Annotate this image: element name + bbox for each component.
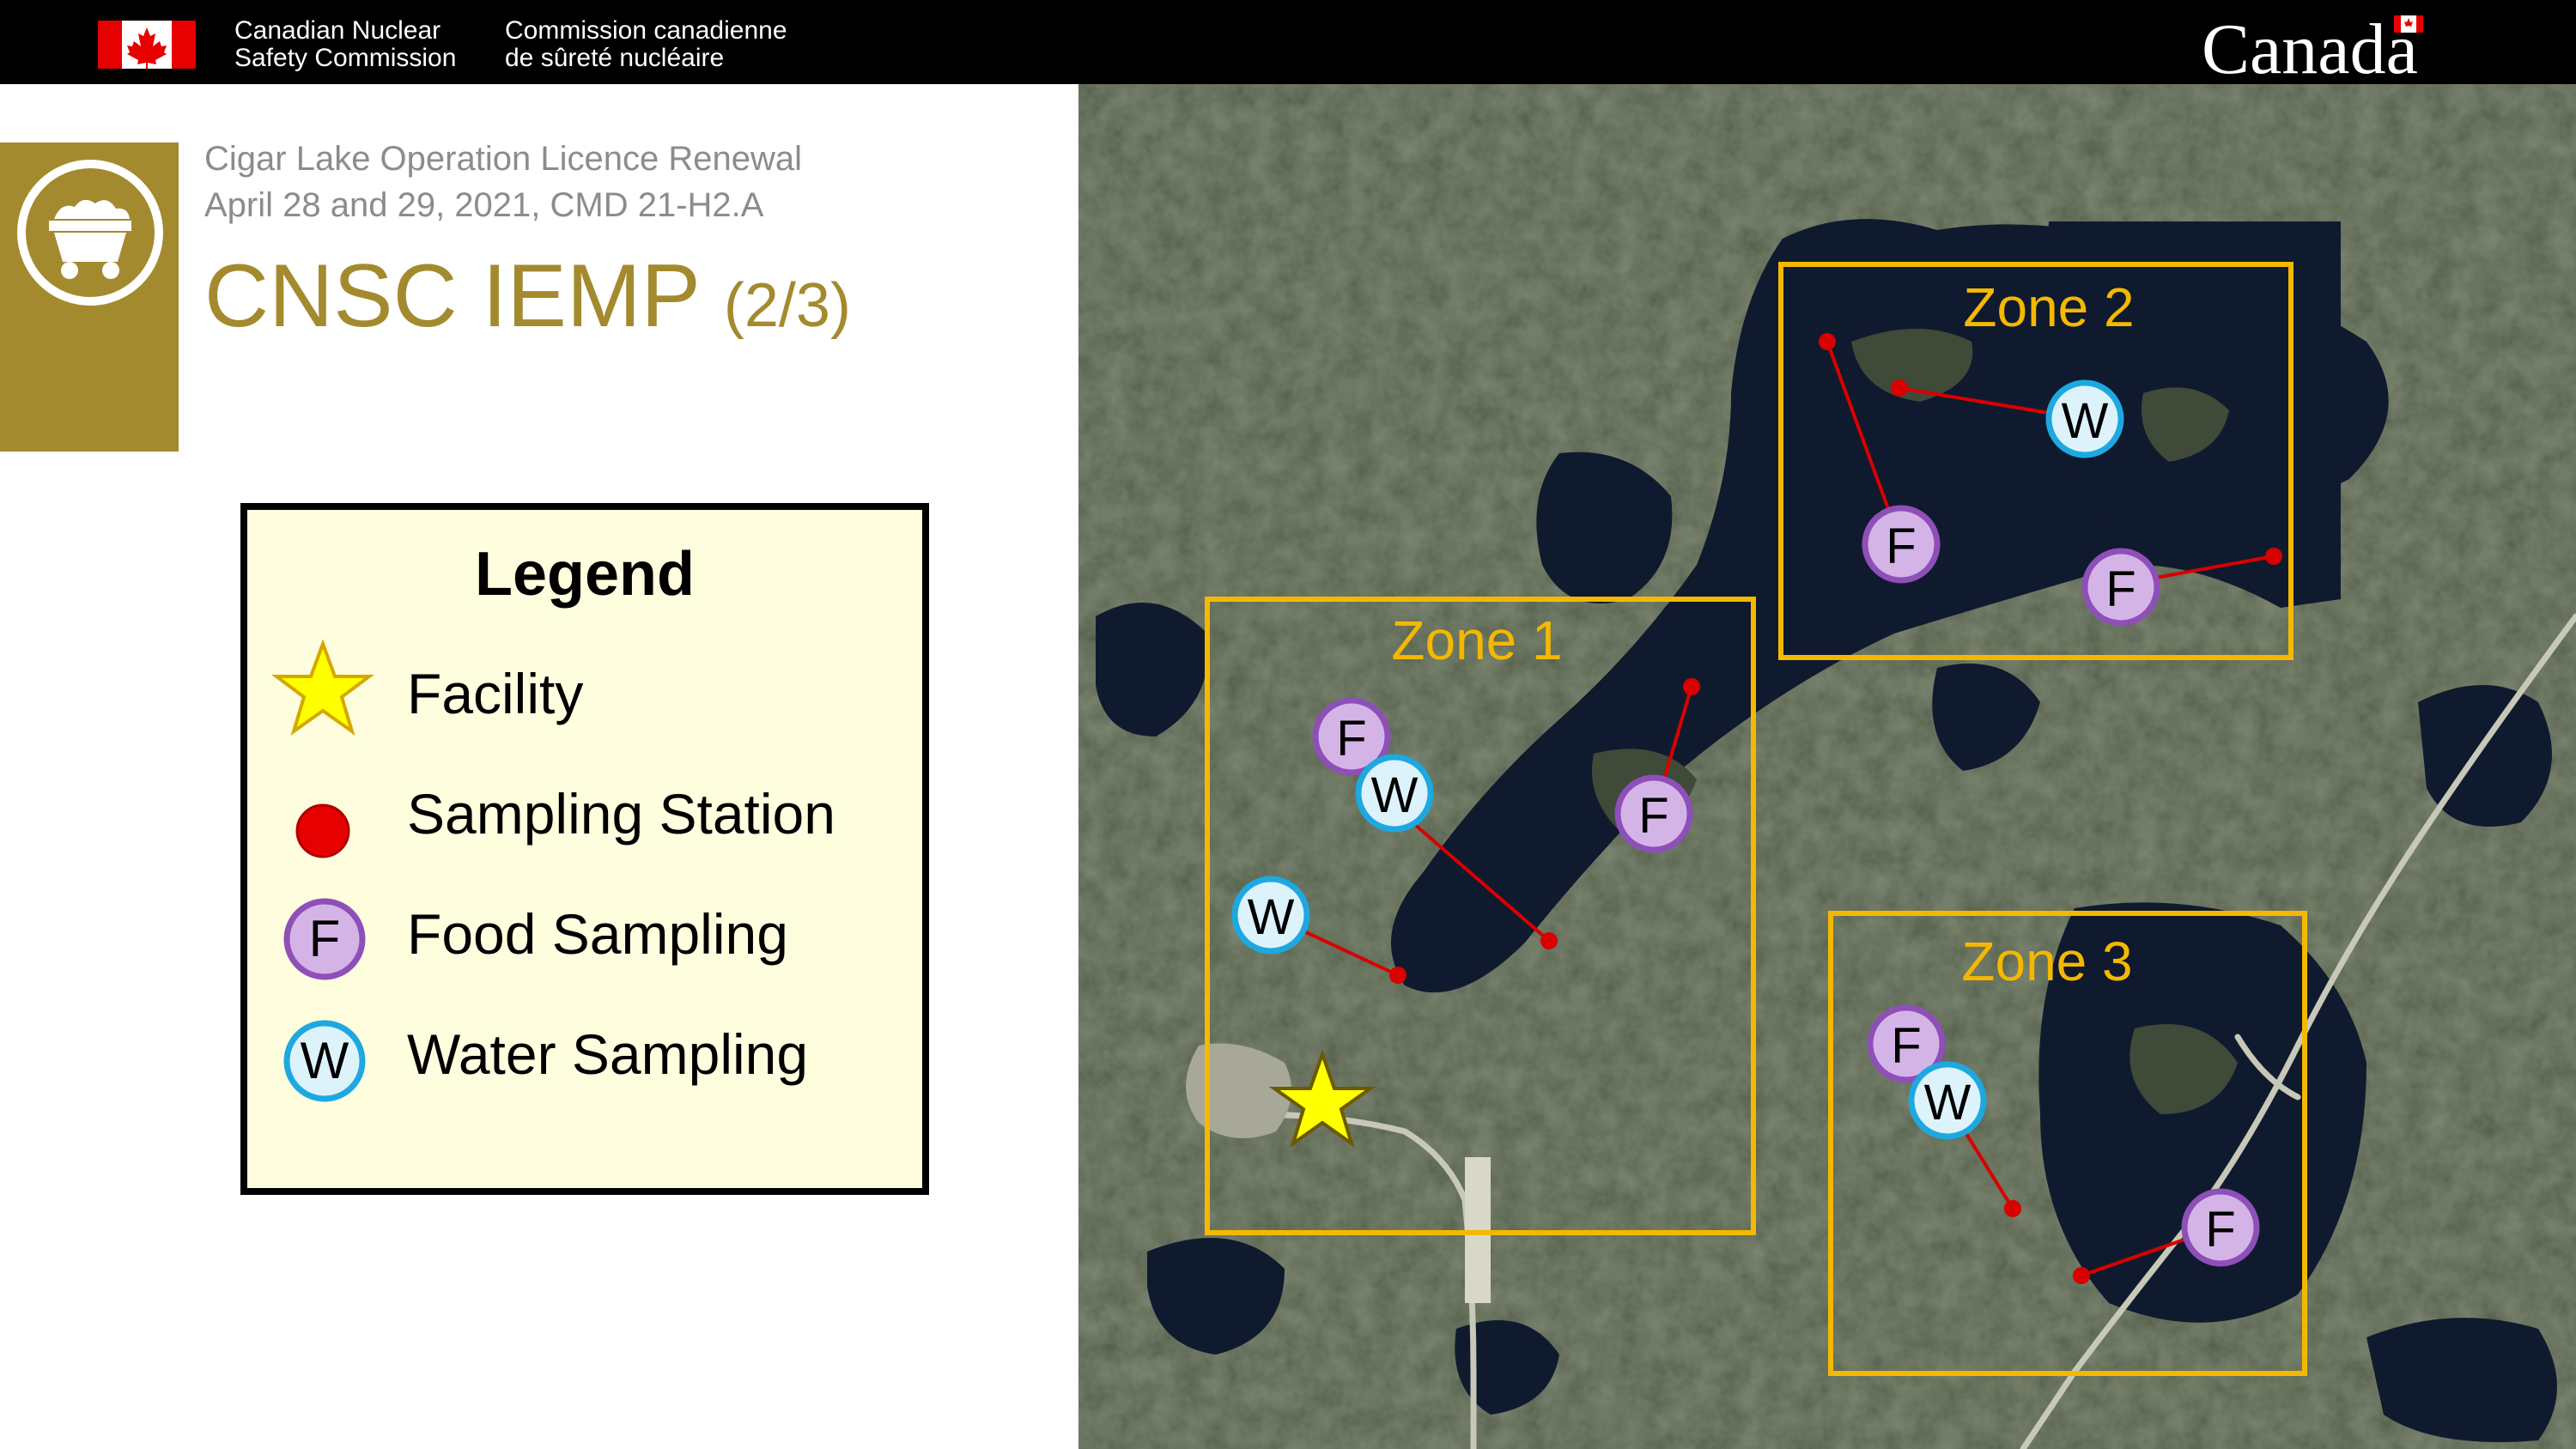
zone1-label: Zone 1 <box>1391 609 1562 671</box>
food-letter: F <box>2205 1202 2235 1258</box>
legend-food-letter: F <box>309 910 341 967</box>
food-letter: F <box>1336 711 1366 767</box>
legend-label-facility: Facility <box>407 662 584 725</box>
water-marker-z2-1: W <box>2045 379 2124 458</box>
page-title: CNSC IEMP (2/3) <box>204 240 851 361</box>
station-z1-1 <box>1683 678 1700 695</box>
station-z3-1 <box>2004 1200 2021 1217</box>
station-z3-2 <box>2073 1267 2090 1284</box>
title-suffix: (2/3) <box>723 271 851 340</box>
legend-label-food-sampling: Food Sampling <box>407 902 788 966</box>
wordmark-flag-icon <box>2394 15 2423 33</box>
subtitle-line1: Cigar Lake Operation Licence Renewal <box>204 140 802 178</box>
agency-fr-line2: de sûreté nucléaire <box>505 44 725 72</box>
legend-title: Legend <box>474 540 695 609</box>
water-marker-z1-1: W <box>1355 754 1434 833</box>
station-z2-3 <box>2265 548 2282 565</box>
food-letter: F <box>2105 561 2136 617</box>
agency-name-english: Canadian Nuclear Safety Commission <box>234 17 456 72</box>
food-marker-z2-1: F <box>1862 505 1941 584</box>
legend-label-water-sampling: Water Sampling <box>407 1022 809 1086</box>
legend-label-sampling-station: Sampling Station <box>407 782 835 846</box>
food-sampling-icon: F <box>283 898 366 980</box>
water-letter: W <box>1924 1075 1971 1131</box>
food-marker-z1-2: F <box>1614 774 1693 853</box>
food-marker-z2-2: F <box>2081 548 2160 627</box>
agency-en-line2: Safety Commission <box>234 44 457 72</box>
station-z2-1 <box>1819 333 1836 350</box>
water-letter: W <box>1371 767 1419 823</box>
map-legend: Legend Facility Sampling Station F Food … <box>240 503 929 1195</box>
station-z1-3 <box>1389 967 1406 984</box>
subtitle-line2: April 28 and 29, 2021, CMD 21-H2.A <box>204 186 764 224</box>
slide-subtitle: Cigar Lake Operation Licence Renewal Apr… <box>204 136 802 228</box>
title-main: CNSC IEMP <box>204 246 699 346</box>
sampling-station-dot-icon <box>295 803 350 858</box>
water-sampling-icon: W <box>283 1020 366 1102</box>
zone3-label: Zone 3 <box>1961 931 2132 992</box>
mine-cart-icon <box>17 160 163 306</box>
water-marker-z3-1: W <box>1908 1061 1987 1140</box>
water-marker-z1-2: W <box>1231 876 1310 955</box>
water-letter: W <box>2062 393 2109 449</box>
station-z2-2 <box>1891 379 1908 397</box>
station-z1-2 <box>1540 932 1558 949</box>
zone2-label: Zone 2 <box>1963 276 2134 338</box>
canada-flag-icon <box>98 21 196 69</box>
water-letter: W <box>1248 889 1295 945</box>
food-letter: F <box>1886 518 1916 574</box>
food-letter: F <box>1891 1018 1921 1074</box>
food-letter: F <box>1638 788 1668 844</box>
canada-wordmark: Canada <box>2202 9 2418 89</box>
legend-water-letter: W <box>301 1032 349 1089</box>
facility-star-icon <box>271 639 374 736</box>
header-bar: Canadian Nuclear Safety Commission Commi… <box>0 0 2576 89</box>
agency-en-line1: Canadian Nuclear <box>234 16 441 45</box>
food-marker-z3-2: F <box>2181 1188 2260 1267</box>
agency-name-french: Commission canadienne de sûreté nucléair… <box>505 17 787 72</box>
satellite-map: Zone 1 Zone 2 Zone 3 F F F F F F W W W W <box>1078 84 2576 1449</box>
agency-fr-line1: Commission canadienne <box>505 16 787 45</box>
